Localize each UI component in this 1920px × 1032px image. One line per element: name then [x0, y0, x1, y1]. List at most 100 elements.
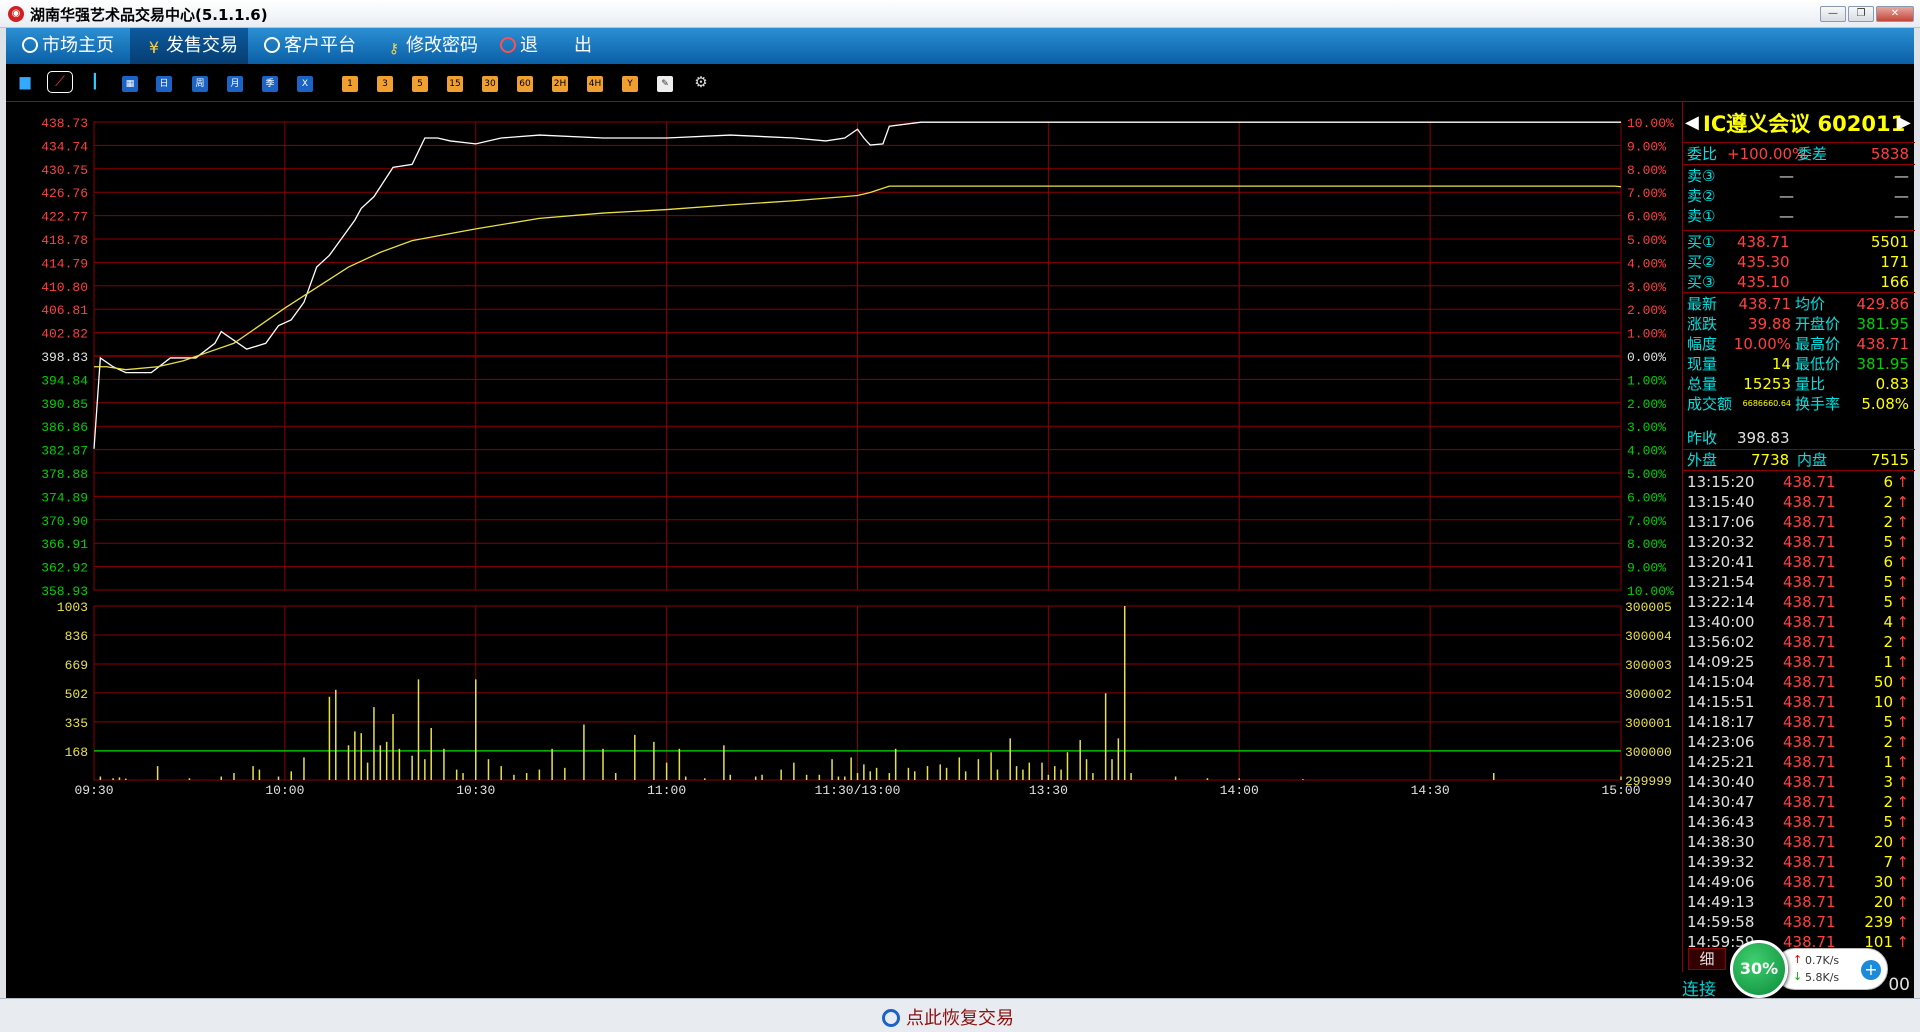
time-tick-label: 14:00: [1220, 783, 1259, 798]
network-monitor-widget[interactable]: ↑ 0.7K/s ↓ 5.8K/s + 30%: [1730, 940, 1888, 998]
stat-value: 15253: [1743, 375, 1791, 393]
minute-3-button[interactable]: 3: [377, 76, 393, 92]
percent-tick-label: 2.00%: [1627, 303, 1666, 318]
tick-row: 13:40:00 438.71 4 ↑: [1683, 612, 1915, 632]
tick-price: 438.71: [1783, 533, 1836, 551]
minute-30-button[interactable]: 30: [482, 76, 498, 92]
tick-time: 13:15:20: [1687, 473, 1755, 491]
tick-time: 14:09:25: [1687, 653, 1755, 671]
stock-code: 602011: [1817, 112, 1906, 136]
year-button[interactable]: Y: [622, 76, 638, 92]
bid-price: 435.10: [1737, 273, 1790, 291]
tick-price: 438.71: [1783, 833, 1836, 851]
up-arrow-icon: ↑: [1896, 853, 1909, 871]
percent-tick-label: 10.00%: [1627, 116, 1674, 131]
hour-2-button[interactable]: 2H: [552, 76, 568, 92]
prev-stock-arrow-icon[interactable]: ◀: [1685, 112, 1699, 133]
tick-row: 14:39:32 438.71 7 ↑: [1683, 852, 1915, 872]
bid-volume: 5501: [1870, 233, 1909, 251]
minimize-button[interactable]: —: [1820, 6, 1846, 22]
menu-change-password[interactable]: ⚷ 修改密码: [386, 28, 478, 64]
intraday-chart[interactable]: 438.73 10.00% 434.74 9.00% 430.75 8.00% 426.76…: [6, 102, 1682, 998]
price-tick-label: 366.91: [41, 537, 88, 552]
up-arrow-icon: ↑: [1896, 673, 1909, 691]
quote-panel: ◀ IC遵义会议 602011 ▶ 委比 +100.00% 委差 5838 卖③…: [1682, 102, 1915, 998]
tick-time: 14:25:21: [1687, 753, 1755, 771]
order-diff-label: 委差: [1797, 145, 1828, 163]
memory-usage-badge[interactable]: 30%: [1730, 940, 1788, 998]
stock-name: IC遵义会议: [1703, 112, 1811, 136]
up-arrow-icon: ↑: [1896, 513, 1909, 531]
minute-15-button[interactable]: 15: [447, 76, 463, 92]
volume-tick-label: 1003: [57, 600, 88, 615]
stat-row: 现量 14 最低价 381.95: [1683, 354, 1915, 374]
tick-price: 438.71: [1783, 593, 1836, 611]
stat-label: 最新: [1687, 295, 1718, 313]
up-arrow-icon: ↑: [1896, 593, 1909, 611]
stat-row: 最新 438.71 均价 429.86: [1683, 294, 1915, 314]
divider: [1683, 292, 1915, 293]
ask-row: 卖③ — —: [1683, 166, 1915, 186]
tick-price: 438.71: [1783, 553, 1836, 571]
boost-plus-icon[interactable]: +: [1861, 960, 1881, 980]
stat-value: 39.88: [1748, 315, 1791, 333]
tick-volume: 5: [1883, 533, 1893, 551]
settings-gear-icon[interactable]: ⚙: [692, 74, 710, 90]
tick-time: 14:59:58: [1687, 913, 1755, 931]
volume-right-tick-label: 300005: [1625, 600, 1672, 615]
calendar-icon[interactable]: ▦: [122, 76, 138, 92]
divider: [1683, 164, 1915, 165]
up-arrow-icon: ↑: [1896, 553, 1909, 571]
stat-row: 总量 15253 量比 0.83: [1683, 374, 1915, 394]
stat-value: 438.71: [1856, 335, 1910, 353]
tick-volume: 30: [1873, 873, 1893, 891]
up-arrow-icon: ↑: [1896, 613, 1909, 631]
menu-exit[interactable]: 退 出: [500, 28, 592, 64]
time-tick-label: 09:30: [74, 783, 113, 798]
tick-price: 438.71: [1783, 673, 1836, 691]
bar-chart-icon[interactable]: ▆: [16, 74, 34, 90]
detail-tab[interactable]: 细: [1688, 948, 1726, 970]
tick-volume: 50: [1873, 673, 1893, 691]
tick-volume: 5: [1883, 593, 1893, 611]
period-month-button[interactable]: 月: [227, 76, 243, 92]
next-stock-arrow-icon[interactable]: ▶: [1897, 112, 1911, 133]
tick-volume: 2: [1883, 513, 1893, 531]
close-button[interactable]: ✕: [1876, 6, 1914, 22]
minute-5-button[interactable]: 5: [412, 76, 428, 92]
period-day-button[interactable]: 日: [156, 76, 172, 92]
menu-market-home[interactable]: 市场主页: [22, 28, 114, 64]
percent-tick-label: 3.00%: [1627, 280, 1666, 295]
prev-close-label: 昨收: [1687, 429, 1718, 447]
maximize-button[interactable]: ❐: [1848, 6, 1874, 22]
minute-1-button[interactable]: 1: [342, 76, 358, 92]
tick-price: 438.71: [1783, 693, 1836, 711]
intraday-chart-panel[interactable]: 438.73 10.00% 434.74 9.00% 430.75 8.00% 426.76…: [6, 102, 1914, 998]
stat-value: 6686660.64: [1742, 399, 1791, 408]
percent-tick-label: 9.00%: [1627, 561, 1666, 576]
download-arrow-icon: ↓: [1793, 970, 1803, 983]
tick-volume: 5: [1883, 813, 1893, 831]
menu-label: 修改密码: [406, 35, 478, 56]
tick-row: 13:20:41 438.71 6 ↑: [1683, 552, 1915, 572]
period-x-button[interactable]: X: [297, 76, 313, 92]
stat-value: 10.00%: [1733, 335, 1791, 353]
connection-label: 连接: [1682, 980, 1716, 1000]
tick-price: 438.71: [1783, 913, 1836, 931]
menu-client-platform[interactable]: 客户平台: [264, 28, 356, 64]
line-chart-icon[interactable]: ⟋: [47, 71, 73, 93]
period-quarter-button[interactable]: 季: [262, 76, 278, 92]
menu-issue-trading[interactable]: ¥ 发售交易: [130, 28, 248, 64]
period-week-button[interactable]: 周: [192, 76, 208, 92]
bid-volume: 166: [1880, 273, 1909, 291]
restore-trading-link[interactable]: 点此恢复交易: [882, 1004, 1014, 1030]
tick-volume: 1: [1883, 653, 1893, 671]
minute-60-button[interactable]: 60: [517, 76, 533, 92]
hour-4-button[interactable]: 4H: [587, 76, 603, 92]
draw-tool-icon[interactable]: ✎: [657, 76, 673, 92]
percent-tick-label: 3.00%: [1627, 420, 1666, 435]
up-arrow-icon: ↑: [1896, 793, 1909, 811]
stat-value: 429.86: [1856, 295, 1910, 313]
candlestick-icon[interactable]: ┃: [86, 74, 104, 90]
divider: [1683, 230, 1915, 231]
